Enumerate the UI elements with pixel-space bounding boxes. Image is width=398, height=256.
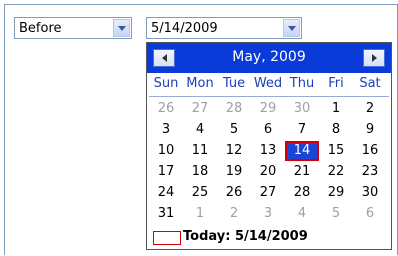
- calendar-day[interactable]: 29: [319, 183, 353, 203]
- calendar-header: May, 2009: [147, 43, 391, 73]
- calendar-day[interactable]: 13: [251, 141, 285, 161]
- calendar-day[interactable]: 9: [353, 120, 387, 140]
- calendar-day[interactable]: 4: [285, 204, 319, 224]
- date-select[interactable]: 5/14/2009: [146, 17, 302, 39]
- calendar-day[interactable]: 28: [285, 183, 319, 203]
- calendar-day[interactable]: 12: [217, 141, 251, 161]
- calendar-day[interactable]: 5: [319, 204, 353, 224]
- calendar-day[interactable]: 27: [183, 99, 217, 119]
- calendar-day[interactable]: 8: [319, 120, 353, 140]
- weekday-label: Sun: [153, 76, 179, 91]
- calendar-day[interactable]: 20: [251, 162, 285, 182]
- chevron-right-icon: [371, 54, 377, 62]
- calendar-day[interactable]: 28: [217, 99, 251, 119]
- calendar-day[interactable]: 2: [217, 204, 251, 224]
- calendar-day[interactable]: 19: [217, 162, 251, 182]
- calendar-day[interactable]: 27: [251, 183, 285, 203]
- calendar-popup: May, 2009 Sun Mon Tue Wed Thu Fri Sat 26…: [146, 42, 392, 250]
- date-select-value: 5/14/2009: [151, 21, 218, 36]
- weekday-label: Mon: [186, 76, 214, 91]
- weekday-label: Thu: [289, 76, 315, 91]
- calendar-day[interactable]: 22: [319, 162, 353, 182]
- calendar-day[interactable]: 26: [149, 99, 183, 119]
- calendar-day[interactable]: 21: [285, 162, 319, 182]
- calendar-day[interactable]: 17: [149, 162, 183, 182]
- calendar-day-selected[interactable]: 14: [285, 141, 319, 161]
- chevron-down-icon[interactable]: [113, 19, 130, 37]
- calendar-day[interactable]: 2: [353, 99, 387, 119]
- calendar-day[interactable]: 11: [183, 141, 217, 161]
- calendar-day[interactable]: 16: [353, 141, 387, 161]
- calendar-day[interactable]: 25: [183, 183, 217, 203]
- prev-month-button[interactable]: [153, 49, 175, 67]
- chevron-down-icon[interactable]: [283, 19, 300, 37]
- calendar-day[interactable]: 23: [353, 162, 387, 182]
- calendar-day[interactable]: 4: [183, 120, 217, 140]
- calendar-day[interactable]: 1: [319, 99, 353, 119]
- calendar-day[interactable]: 3: [149, 120, 183, 140]
- calendar-day[interactable]: 6: [353, 204, 387, 224]
- today-link[interactable]: Today: 5/14/2009: [149, 228, 389, 248]
- calendar-day[interactable]: 29: [251, 99, 285, 119]
- calendar-day[interactable]: 24: [149, 183, 183, 203]
- weekday-label: Sat: [359, 76, 381, 91]
- today-label: Today: 5/14/2009: [183, 229, 308, 244]
- calendar-day[interactable]: 5: [217, 120, 251, 140]
- calendar-day[interactable]: 1: [183, 204, 217, 224]
- calendar-day[interactable]: 3: [251, 204, 285, 224]
- weekday-header-row: Sun Mon Tue Wed Thu Fri Sat: [149, 76, 389, 97]
- calendar-day[interactable]: 30: [285, 99, 319, 119]
- calendar-day[interactable]: 18: [183, 162, 217, 182]
- calendar-day[interactable]: 6: [251, 120, 285, 140]
- next-month-button[interactable]: [363, 49, 385, 67]
- weekday-label: Fri: [328, 76, 344, 91]
- calendar-day[interactable]: 30: [353, 183, 387, 203]
- today-marker: [153, 231, 181, 245]
- calendar-day[interactable]: 26: [217, 183, 251, 203]
- calendar-day[interactable]: 7: [285, 120, 319, 140]
- month-title: May, 2009: [232, 49, 306, 65]
- calendar-day[interactable]: 31: [149, 204, 183, 224]
- weekday-label: Tue: [222, 76, 246, 91]
- chevron-left-icon: [161, 54, 167, 62]
- calendar-day[interactable]: 15: [319, 141, 353, 161]
- calendar-day[interactable]: 10: [149, 141, 183, 161]
- operator-select[interactable]: Before: [14, 17, 132, 39]
- operator-select-value: Before: [19, 21, 62, 36]
- weekday-label: Wed: [253, 76, 283, 91]
